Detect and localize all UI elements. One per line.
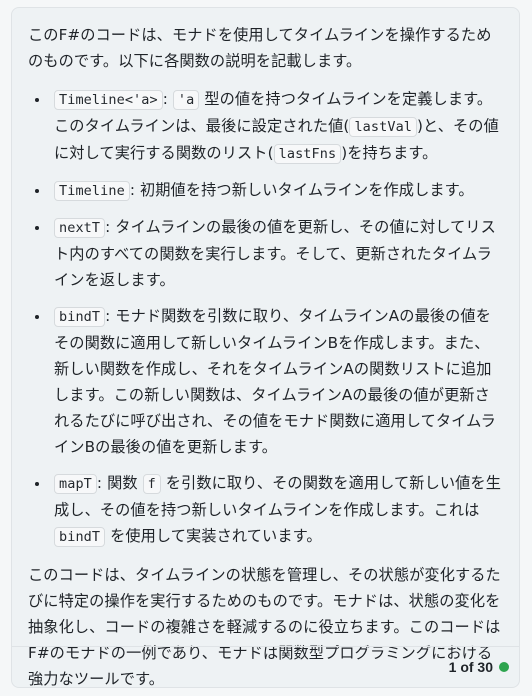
list-item: mapT: 関数 f を引数に取り、その関数を適用して新しい値を生成し、その値を… bbox=[50, 470, 503, 550]
inline-code: Timeline bbox=[54, 181, 130, 201]
list-item-text: を使用して実装されています。 bbox=[105, 527, 322, 545]
list-item: nextT: タイムラインの最後の値を更新し、その値に対してリスト内のすべての関… bbox=[50, 214, 503, 293]
inline-code: mapT bbox=[54, 474, 97, 494]
response-content: このF#のコードは、モナドを使用してタイムラインを操作するためのものです。以下に… bbox=[12, 8, 519, 687]
inline-code: lastVal bbox=[349, 117, 418, 137]
inline-code: bindT bbox=[54, 527, 106, 547]
list-item: Timeline: 初期値を持つ新しいタイムラインを作成します。 bbox=[50, 177, 503, 204]
inline-code: lastFns bbox=[273, 144, 342, 164]
response-footer: 1 of 30 bbox=[12, 646, 519, 687]
inline-code: f bbox=[142, 474, 161, 494]
intro-paragraph: このF#のコードは、モナドを使用してタイムラインを操作するためのものです。以下に… bbox=[28, 26, 492, 70]
list-item: Timeline<'a>: 'a 型の値を持つタイムラインを定義します。このタイ… bbox=[50, 86, 503, 167]
list-item-text: : モナド関数を引数に取り、タイムラインAの最後の値をその関数に適用して新しいタ… bbox=[54, 307, 496, 456]
list-item-text: : タイムラインの最後の値を更新し、その値に対してリスト内のすべての関数を実行し… bbox=[54, 218, 496, 289]
inline-code: 'a bbox=[172, 90, 200, 110]
inline-code: nextT bbox=[54, 218, 106, 238]
pager-label[interactable]: 1 of 30 bbox=[449, 659, 493, 675]
response-card: このF#のコードは、モナドを使用してタイムラインを操作するためのものです。以下に… bbox=[11, 7, 520, 688]
list-item-text: : 初期値を持つ新しいタイムラインを作成します。 bbox=[129, 181, 474, 199]
list-item-text: : bbox=[162, 90, 173, 108]
status-dot-icon bbox=[499, 662, 509, 672]
list-item-text: : 関数 bbox=[96, 474, 143, 492]
function-list: Timeline<'a>: 'a 型の値を持つタイムラインを定義します。このタイ… bbox=[28, 86, 503, 550]
inline-code: Timeline<'a> bbox=[54, 90, 163, 110]
inline-code: bindT bbox=[54, 307, 106, 327]
list-item: bindT: モナド関数を引数に取り、タイムラインAの最後の値をその関数に適用し… bbox=[50, 303, 503, 460]
list-item-text: )を持ちます。 bbox=[341, 144, 438, 162]
